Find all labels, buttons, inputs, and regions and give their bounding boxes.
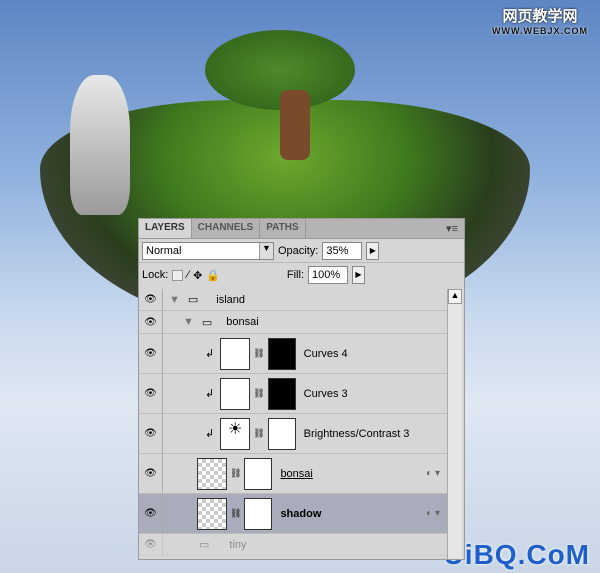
curves-icon (220, 337, 251, 370)
eye-icon[interactable]: 👁 (139, 454, 163, 493)
folder-icon: ▭ (187, 294, 199, 306)
layer-curves-3[interactable]: 👁 ↲ ⛓ Curves 3 (139, 374, 448, 414)
link-icon[interactable]: ⛓ (253, 388, 264, 399)
fill-input[interactable]: 100% (308, 266, 348, 284)
tab-paths[interactable]: PATHS (260, 219, 306, 238)
folder-icon: ▭ (201, 316, 213, 329)
layer-mask-thumbnail[interactable] (267, 337, 296, 370)
layer-tiny[interactable]: 👁 ▭ tiny (139, 534, 448, 556)
link-icon[interactable]: ⛓ (230, 508, 241, 519)
curves-icon (220, 377, 251, 410)
eye-icon[interactable]: 👁 (139, 414, 163, 453)
clip-arrow-icon: ↲ (205, 348, 215, 360)
layers-panel: LAYERS CHANNELS PATHS ▾≡ Normal ▼ Opacity… (138, 218, 465, 560)
eye-icon[interactable]: 👁 (139, 289, 163, 310)
layer-island[interactable]: 👁 ▼ ▭ island (139, 289, 448, 311)
lock-all-icon[interactable]: 🔒 (206, 269, 220, 282)
tree-trunk (280, 90, 310, 160)
brightness-icon: ☀ (220, 417, 251, 450)
layers-list: 👁 ▼ ▭ island 👁 ▼ ▭ bonsai 👁 ↲ ⛓ Curves 4… (139, 289, 448, 559)
expand-triangle-icon[interactable]: ▼ (169, 294, 180, 306)
lock-label: Lock: (142, 269, 169, 281)
opacity-input[interactable]: 35% (322, 241, 363, 260)
smart-object-thumbnail (197, 497, 227, 530)
eye-icon[interactable]: 👁 (139, 494, 163, 533)
layer-shadow[interactable]: 👁 ⛓ shadow ◐ ▾ (139, 494, 448, 534)
link-icon[interactable]: ⛓ (253, 348, 264, 359)
folder-icon: ▭ (199, 539, 210, 551)
layers-scrollbar[interactable]: ▲ (447, 289, 462, 559)
scroll-up-button[interactable]: ▲ (448, 289, 462, 304)
link-icon[interactable]: ⛓ (230, 468, 241, 479)
opacity-slider-button[interactable]: ▶ (366, 241, 380, 260)
angel-statue (70, 75, 130, 215)
link-icon[interactable]: ⛓ (253, 428, 264, 439)
layer-mask-thumbnail[interactable] (244, 457, 273, 490)
opacity-label: Opacity: (278, 244, 319, 257)
eye-icon[interactable]: 👁 (139, 334, 163, 373)
layer-mask-thumbnail[interactable] (267, 417, 296, 450)
watermark-top: 网页教学网 WWW.WEBJX.COM (492, 8, 588, 36)
layer-brightness-contrast-3[interactable]: 👁 ↲ ☀ ⛓ Brightness/Contrast 3 (139, 414, 448, 454)
panel-tabs: LAYERS CHANNELS PATHS ▾≡ (139, 219, 464, 239)
layer-style-icon[interactable]: ◐ ▾ (426, 508, 440, 519)
clip-arrow-icon: ↲ (205, 428, 215, 440)
lock-move-icon[interactable]: ✥ (193, 269, 202, 282)
fill-slider-button[interactable]: ▶ (352, 266, 365, 284)
panel-menu-icon[interactable]: ▾≡ (440, 219, 464, 238)
tab-channels[interactable]: CHANNELS (192, 219, 261, 238)
blend-mode-select[interactable]: Normal ▼ (142, 241, 274, 260)
layer-bonsai-group[interactable]: 👁 ▼ ▭ bonsai (139, 311, 448, 334)
eye-icon[interactable]: 👁 (139, 534, 163, 555)
tab-layers[interactable]: LAYERS (139, 219, 192, 238)
fill-label: Fill: (286, 269, 304, 281)
layer-bonsai[interactable]: 👁 ⛓ bonsai ◐ ▾ (139, 454, 448, 494)
smart-object-thumbnail (197, 457, 227, 490)
layer-mask-thumbnail[interactable] (244, 497, 273, 530)
lock-transparent-icon[interactable] (172, 269, 184, 281)
lock-brush-icon[interactable]: ⁄ (187, 269, 189, 281)
layer-curves-4[interactable]: 👁 ↲ ⛓ Curves 4 (139, 334, 448, 374)
layer-mask-thumbnail[interactable] (267, 377, 296, 410)
clip-arrow-icon: ↲ (205, 388, 215, 400)
watermark-bottom: UiBQ.CoM (443, 539, 590, 570)
blend-row: Normal ▼ Opacity: 35% ▶ (139, 239, 464, 263)
chevron-down-icon: ▼ (259, 242, 273, 259)
lock-row: Lock: ⁄ ✥ 🔒 Fill: 100% ▶ (139, 263, 464, 287)
layer-style-icon[interactable]: ◐ ▾ (426, 468, 440, 479)
eye-icon[interactable]: 👁 (139, 374, 163, 413)
eye-icon[interactable]: 👁 (139, 311, 163, 333)
expand-triangle-icon[interactable]: ▼ (183, 316, 194, 328)
